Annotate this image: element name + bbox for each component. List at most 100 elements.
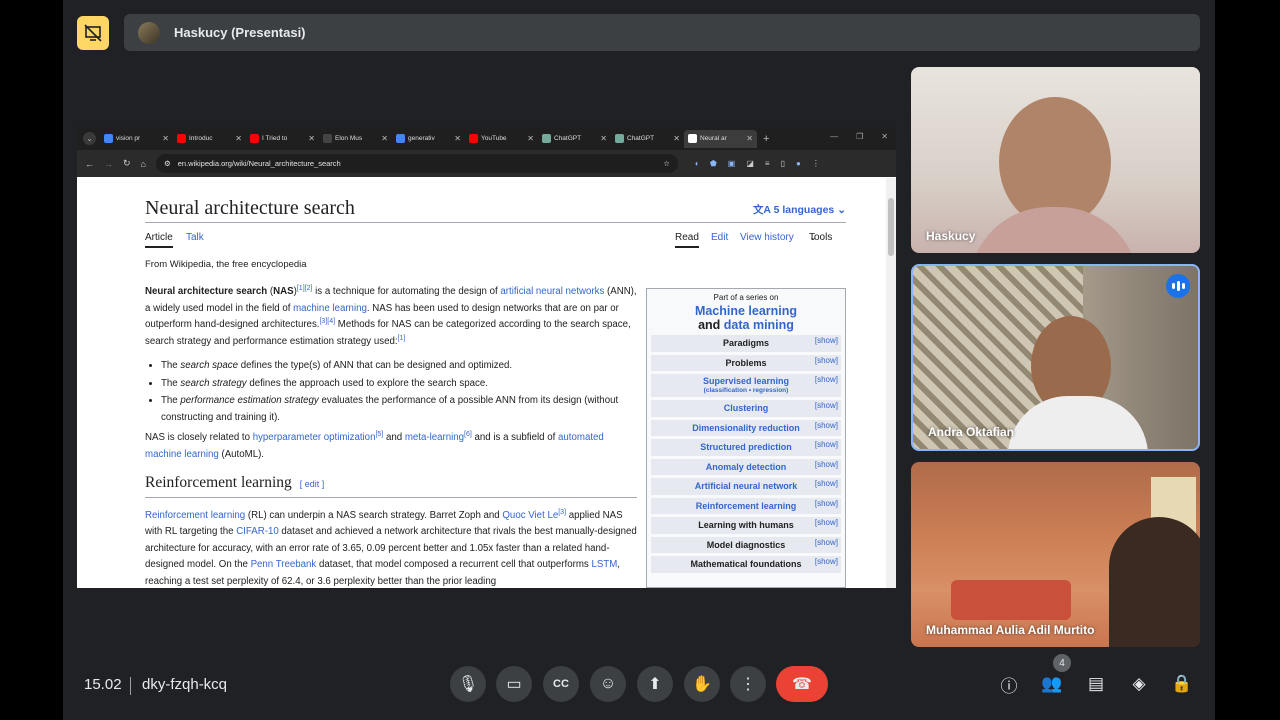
more-options-button[interactable]: ⋮ bbox=[730, 666, 766, 702]
reload-icon[interactable]: ↻ bbox=[123, 158, 131, 169]
section-edit-link[interactable]: [ edit ] bbox=[300, 479, 325, 489]
address-bar[interactable]: ⚙ en.wikipedia.org/wiki/Neural_architect… bbox=[155, 154, 678, 173]
microphone-button[interactable]: 🎙 bbox=[450, 666, 486, 702]
tab-search-button[interactable]: ⌄ bbox=[83, 132, 96, 145]
infobox-row[interactable]: Dimensionality reduction [show] bbox=[651, 419, 841, 436]
maximize-icon[interactable]: ❐ bbox=[856, 132, 863, 141]
infobox-row[interactable]: Clustering [show] bbox=[651, 400, 841, 417]
link[interactable]: LSTM bbox=[591, 559, 617, 570]
infobox-row[interactable]: Problems [show] bbox=[651, 354, 841, 371]
infobox-row-label[interactable]: Anomaly detection bbox=[706, 462, 787, 472]
browser-tab[interactable]: Neural ar ✕ bbox=[684, 129, 757, 148]
reference[interactable]: [3] bbox=[558, 508, 566, 515]
close-tab-icon[interactable]: ✕ bbox=[454, 134, 461, 143]
show-toggle[interactable]: [show] bbox=[815, 499, 838, 508]
infobox-row[interactable]: Supervised learning (classification • reg… bbox=[651, 374, 841, 397]
tab-talk[interactable]: Talk bbox=[186, 232, 204, 243]
reference[interactable]: [1][2] bbox=[297, 285, 313, 292]
infobox-subtitle-link[interactable]: data mining bbox=[724, 318, 794, 332]
link[interactable]: CIFAR-10 bbox=[236, 526, 279, 537]
reactions-button[interactable]: ☺ bbox=[590, 666, 626, 702]
infobox-row-label[interactable]: Supervised learning bbox=[703, 376, 789, 386]
extension-icon[interactable]: ▣ bbox=[728, 159, 736, 168]
browser-tab[interactable]: vision pr ✕ bbox=[100, 130, 173, 148]
meeting-info-button[interactable]: ⓘ bbox=[997, 672, 1021, 696]
activities-button[interactable]: ◈ bbox=[1127, 672, 1151, 696]
link[interactable]: Quoc Viet Le bbox=[502, 510, 558, 521]
leave-call-button[interactable]: ☎ bbox=[776, 666, 828, 702]
infobox-row[interactable]: Paradigms [show] bbox=[651, 335, 841, 352]
show-toggle[interactable]: [show] bbox=[815, 356, 838, 365]
browser-tab[interactable]: generativ ✕ bbox=[392, 130, 465, 148]
browser-tab[interactable]: YouTube ✕ bbox=[465, 130, 538, 148]
show-toggle[interactable]: [show] bbox=[815, 440, 838, 449]
infobox-row-sub[interactable]: (classification • regression) bbox=[704, 386, 789, 396]
tab-read[interactable]: Read bbox=[675, 232, 699, 248]
show-toggle[interactable]: [show] bbox=[815, 336, 838, 345]
extension-icon[interactable]: ⬟ bbox=[710, 159, 717, 168]
infobox-row[interactable]: Anomaly detection [show] bbox=[651, 458, 841, 475]
close-tab-icon[interactable]: ✕ bbox=[308, 134, 315, 143]
infobox-row-label[interactable]: Dimensionality reduction bbox=[692, 423, 800, 433]
close-window-icon[interactable]: ✕ bbox=[881, 132, 888, 141]
close-tab-icon[interactable]: ✕ bbox=[600, 134, 607, 143]
extension-icon[interactable]: ◖ bbox=[694, 159, 699, 168]
infobox-row[interactable]: Structured prediction [show] bbox=[651, 439, 841, 456]
link[interactable]: Penn Treebank bbox=[251, 559, 317, 570]
close-tab-icon[interactable]: ✕ bbox=[381, 134, 388, 143]
reference[interactable]: [6] bbox=[464, 431, 472, 438]
kebab-menu-icon[interactable]: ⋮ bbox=[812, 159, 820, 168]
link[interactable]: meta-learning bbox=[405, 432, 464, 443]
participant-tile[interactable]: Muhammad Aulia Adil Murtito bbox=[911, 462, 1200, 647]
scrollbar[interactable] bbox=[886, 178, 896, 588]
profile-icon[interactable]: ● bbox=[796, 159, 801, 168]
close-tab-icon[interactable]: ✕ bbox=[673, 134, 680, 143]
show-toggle[interactable]: [show] bbox=[815, 538, 838, 547]
tab-article[interactable]: Article bbox=[145, 232, 173, 248]
link[interactable]: hyperparameter optimization bbox=[253, 432, 376, 443]
show-toggle[interactable]: [show] bbox=[815, 421, 838, 430]
infobox-row[interactable]: Learning with humans [show] bbox=[651, 517, 841, 534]
camera-button[interactable]: ▭ bbox=[496, 666, 532, 702]
infobox-row-label[interactable]: Artificial neural network bbox=[695, 481, 798, 491]
browser-tab[interactable]: ChatGPT ✕ bbox=[538, 130, 611, 148]
browser-tab[interactable]: Introduc ✕ bbox=[173, 130, 246, 148]
participant-tile[interactable]: Andra Oktafian bbox=[911, 264, 1200, 451]
show-toggle[interactable]: [show] bbox=[815, 557, 838, 566]
infobox-row-label[interactable]: Clustering bbox=[724, 403, 769, 413]
browser-tab[interactable]: I Tried to ✕ bbox=[246, 130, 319, 148]
show-toggle[interactable]: [show] bbox=[815, 518, 838, 527]
reference[interactable]: [1] bbox=[398, 334, 406, 341]
show-toggle[interactable]: [show] bbox=[815, 479, 838, 488]
participant-tile[interactable]: Haskucy bbox=[911, 67, 1200, 253]
site-info-icon[interactable]: ⚙ bbox=[164, 159, 171, 168]
bookmark-star-icon[interactable]: ☆ bbox=[663, 159, 670, 168]
infobox-row[interactable]: Reinforcement learning [show] bbox=[651, 497, 841, 514]
link[interactable]: machine learning bbox=[293, 303, 367, 314]
browser-tab[interactable]: Elon Mus ✕ bbox=[319, 130, 392, 148]
close-tab-icon[interactable]: ✕ bbox=[746, 134, 753, 143]
host-controls-button[interactable]: 🔒 bbox=[1170, 672, 1194, 696]
infobox-row[interactable]: Model diagnostics [show] bbox=[651, 536, 841, 553]
presentation-pin-button[interactable] bbox=[77, 16, 109, 50]
present-button[interactable]: ⬆ bbox=[637, 666, 673, 702]
minimize-icon[interactable]: — bbox=[830, 132, 838, 141]
tab-view-history[interactable]: View history bbox=[740, 232, 794, 243]
close-tab-icon[interactable]: ✕ bbox=[162, 134, 169, 143]
reference[interactable]: [3][4] bbox=[319, 318, 335, 325]
sidepanel-icon[interactable]: ▯ bbox=[781, 159, 785, 168]
tab-edit[interactable]: Edit bbox=[711, 232, 728, 243]
browser-tab[interactable]: ChatGPT ✕ bbox=[611, 130, 684, 148]
chat-button[interactable]: ▤ bbox=[1084, 672, 1108, 696]
languages-button[interactable]: 文A 5 languages ⌄ bbox=[753, 202, 846, 217]
new-tab-button[interactable]: + bbox=[763, 133, 769, 145]
infobox-row[interactable]: Artificial neural network [show] bbox=[651, 478, 841, 495]
close-tab-icon[interactable]: ✕ bbox=[235, 134, 242, 143]
link[interactable]: Reinforcement learning bbox=[145, 510, 245, 521]
close-tab-icon[interactable]: ✕ bbox=[527, 134, 534, 143]
people-button[interactable]: 👥 bbox=[1040, 672, 1064, 696]
show-toggle[interactable]: [show] bbox=[815, 375, 838, 385]
show-toggle[interactable]: [show] bbox=[815, 401, 838, 410]
show-toggle[interactable]: [show] bbox=[815, 460, 838, 469]
infobox-row-label[interactable]: Structured prediction bbox=[700, 442, 792, 452]
